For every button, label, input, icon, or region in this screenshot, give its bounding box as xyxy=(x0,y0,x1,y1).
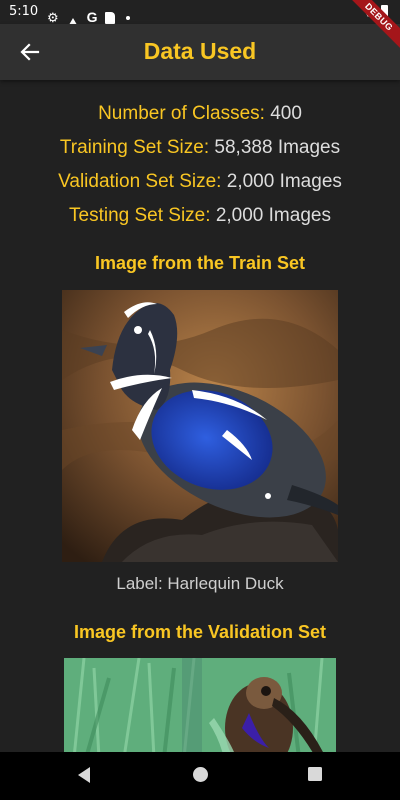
validation-bird-picture xyxy=(64,658,336,752)
nav-back-button[interactable] xyxy=(76,766,92,789)
gear-icon: ⚙ xyxy=(47,10,59,25)
train-image-label: Label: Harlequin Duck xyxy=(116,574,284,593)
app-screen: 5:10 ⚙ G DEBUG Data Used Number of Class… xyxy=(0,0,400,800)
stat-value: 58,388 Images xyxy=(214,137,341,158)
scroll-content[interactable]: Number of Classes: 400 Training Set Size… xyxy=(0,80,400,752)
recents-square-icon xyxy=(308,767,322,781)
app-bar: Data Used xyxy=(0,24,400,80)
stat-training-size: Training Set Size: 58,388 Images xyxy=(0,131,400,165)
stat-key: Validation Set Size: xyxy=(58,171,222,192)
nav-home-button[interactable] xyxy=(192,766,209,788)
validation-sample-image xyxy=(64,658,336,752)
stat-key: Testing Set Size: xyxy=(69,205,211,226)
home-circle-icon xyxy=(193,767,208,782)
status-bar: 5:10 ⚙ G xyxy=(0,0,400,30)
system-nav-bar xyxy=(0,752,400,800)
stat-key: Training Set Size: xyxy=(59,137,210,158)
stat-value: 2,000 Images xyxy=(226,171,342,192)
harlequin-duck-picture xyxy=(62,290,338,562)
train-image-heading: Image from the Train Set xyxy=(94,253,306,273)
stat-key: Number of Classes: xyxy=(98,103,265,124)
dot-icon xyxy=(125,15,130,20)
stat-value: 2,000 Images xyxy=(215,205,331,226)
google-icon: G xyxy=(86,9,98,25)
stat-validation-size: Validation Set Size: 2,000 Images xyxy=(0,165,400,199)
status-time: 5:10 xyxy=(9,4,39,19)
sd-card-icon xyxy=(104,11,115,24)
stat-value: 400 xyxy=(270,103,302,124)
nav-recents-button[interactable] xyxy=(307,766,323,787)
back-triangle-icon xyxy=(78,767,90,783)
train-sample-image xyxy=(62,290,338,562)
dataset-stats: Number of Classes: 400 Training Set Size… xyxy=(0,80,400,233)
page-title: Data Used xyxy=(143,38,257,64)
validation-image-heading: Image from the Validation Set xyxy=(73,622,327,642)
stat-testing-size: Testing Set Size: 2,000 Images xyxy=(0,199,400,233)
stat-classes: Number of Classes: 400 xyxy=(0,97,400,131)
